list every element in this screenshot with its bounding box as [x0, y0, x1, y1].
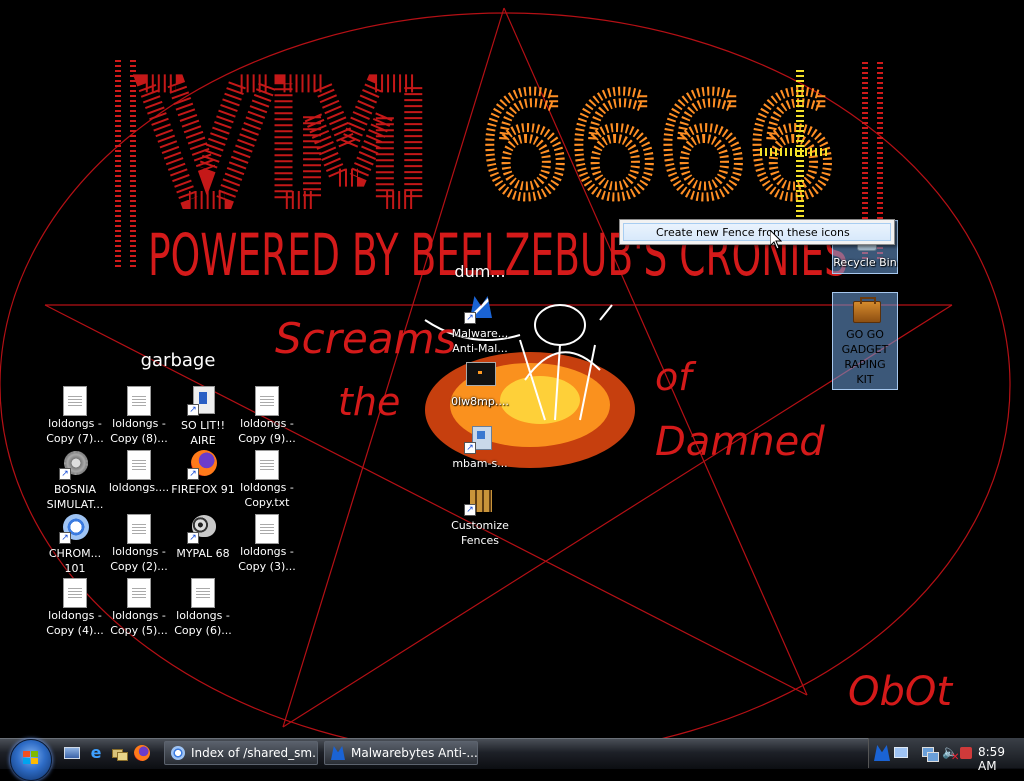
- network-tray-icon[interactable]: [894, 745, 910, 761]
- internet-explorer-icon[interactable]: e: [88, 745, 104, 761]
- gear-shortcut-icon: ↗: [59, 448, 91, 480]
- text-file-icon: [191, 578, 215, 608]
- desktop-icon-loldongs-copy-7[interactable]: loldongs - Copy (7)...: [43, 384, 107, 446]
- icon-label: loldongs - Copy (6)...: [174, 609, 232, 637]
- fence-title-dum[interactable]: dum...: [440, 262, 520, 281]
- icon-label: Malware... Anti-Mal...: [451, 327, 509, 355]
- icon-label: loldongs....: [108, 481, 170, 494]
- installer-icon: ↗: [464, 422, 496, 454]
- taskbar-button-label: Malwarebytes Anti-...: [351, 746, 478, 760]
- desktop-icon-mbam-setup[interactable]: ↗ mbam-s...: [448, 422, 512, 471]
- desktop-icon-go-go-gadget[interactable]: GO GO GADGET RAPING KIT: [832, 292, 898, 390]
- wallpaper-word-damned: Damned: [655, 419, 825, 465]
- desktop-icon-loldongs-copy-4[interactable]: loldongs - Copy (4)...: [43, 576, 107, 638]
- wallpaper-word-the: the: [338, 380, 400, 424]
- taskbar-button-label: Index of /shared_sm...: [191, 746, 318, 760]
- text-file-icon: [127, 450, 151, 480]
- desktop-icon-loldongs-copy-6[interactable]: loldongs - Copy (6)...: [171, 576, 235, 638]
- desktop-icon-firefox-91[interactable]: ↗ FIREFOX 91: [171, 448, 235, 497]
- icon-label: loldongs - Copy (4)...: [46, 609, 104, 637]
- icon-label: GO GO GADGET RAPING KIT: [841, 328, 889, 386]
- text-file-icon: [63, 386, 87, 416]
- icon-label: SO LIT!! AIRE: [180, 419, 226, 447]
- icon-label: loldongs - Copy (9)...: [238, 417, 296, 445]
- taskbar-clock[interactable]: 8:59 AM: [978, 745, 1024, 773]
- desktop-icon-0lw8mp[interactable]: 0lw8mp....: [448, 360, 512, 409]
- icon-label: loldongs - Copy (8)...: [110, 417, 168, 445]
- firefox-quicklaunch-icon[interactable]: [134, 745, 150, 761]
- show-desktop-icon[interactable]: [64, 745, 80, 761]
- volume-muted-icon[interactable]: 🔈 ✕: [942, 745, 959, 763]
- desktop-icon-loldongs-copy-8[interactable]: loldongs - Copy (8)...: [107, 384, 171, 446]
- desktop-icon-loldongs-copy-2[interactable]: loldongs - Copy (2)...: [107, 512, 171, 574]
- desktop-icon-mypal-68[interactable]: ↗ MYPAL 68: [171, 512, 235, 561]
- icon-label: MYPAL 68: [176, 547, 230, 560]
- icon-label: BOSNIA SIMULAT...: [46, 483, 104, 511]
- wallpaper-title-vm: VM: [145, 51, 428, 238]
- malwarebytes-icon: ↗: [464, 292, 496, 324]
- icon-label: Recycle Bin: [833, 256, 897, 269]
- desktop-icon-chromium-101[interactable]: ↗ CHROM... 101: [43, 512, 107, 576]
- desktop-icon-malwarebytes[interactable]: ↗ Malware... Anti-Mal...: [448, 292, 512, 356]
- briefcase-icon: [849, 293, 881, 325]
- wallpaper-title-6666: 6666: [480, 66, 836, 229]
- icon-label: loldongs - Copy.txt: [240, 481, 294, 509]
- start-button[interactable]: [10, 739, 52, 781]
- desktop-icon-loldongs-copy-9[interactable]: loldongs - Copy (9)...: [235, 384, 299, 446]
- switch-windows-icon[interactable]: [111, 745, 128, 761]
- mouse-cursor-icon: [770, 230, 782, 250]
- desktop-icon-loldongs-copy-txt[interactable]: loldongs - Copy.txt: [235, 448, 299, 510]
- text-file-icon: [127, 386, 151, 416]
- create-fence-menu-item[interactable]: Create new Fence from these icons: [623, 223, 891, 241]
- text-file-icon: [63, 578, 87, 608]
- firefox-icon: ↗: [187, 448, 219, 480]
- wallpaper-signature: ObOt: [848, 669, 953, 715]
- icon-label: FIREFOX 91: [171, 483, 235, 496]
- dark-image-icon: [464, 360, 496, 392]
- icon-label: 0lw8mp....: [451, 395, 509, 408]
- wallpaper-word-of: of: [655, 355, 697, 399]
- desktop-icon-customize-fences[interactable]: ↗ Customize Fences: [448, 484, 512, 548]
- windows-logo-icon: [23, 751, 38, 764]
- fences-icon: ↗: [464, 484, 496, 516]
- malwarebytes-icon: [331, 746, 345, 760]
- text-file-icon: [255, 386, 279, 416]
- desktop-icon-loldongs-copy-5[interactable]: loldongs - Copy (5)...: [107, 576, 171, 638]
- chromium-icon: ↗: [59, 512, 91, 544]
- program-shortcut-icon: ↗: [187, 384, 219, 416]
- desktop-icon-loldongs[interactable]: loldongs....: [107, 448, 171, 495]
- text-file-icon: [255, 514, 279, 544]
- mypal-icon: ↗: [187, 512, 219, 544]
- desktop-icon-loldongs-copy-3[interactable]: loldongs - Copy (3)...: [235, 512, 299, 574]
- desktop-icon-bosnia-simulator[interactable]: ↗ BOSNIA SIMULAT...: [43, 448, 107, 512]
- text-file-icon: [127, 578, 151, 608]
- icon-label: CHROM... 101: [48, 547, 102, 575]
- icon-label: loldongs - Copy (7)...: [46, 417, 104, 445]
- network-connection-icon[interactable]: [922, 745, 939, 762]
- fence-title-garbage[interactable]: garbage: [128, 350, 228, 371]
- desktop-icon-so-lit-aire[interactable]: ↗ SO LIT!! AIRE: [171, 384, 235, 448]
- taskbar-button-chromium[interactable]: Index of /shared_sm...: [164, 741, 318, 765]
- wallpaper-word-screams: Screams: [275, 314, 456, 363]
- icon-label: loldongs - Copy (5)...: [110, 609, 168, 637]
- tray-extra-icon[interactable]: [960, 745, 976, 761]
- taskbar-button-malwarebytes[interactable]: Malwarebytes Anti-...: [324, 741, 478, 765]
- icon-label: Customize Fences: [451, 519, 509, 547]
- icon-label: loldongs - Copy (3)...: [238, 545, 296, 573]
- icon-label: mbam-s...: [452, 457, 508, 470]
- text-file-icon: [255, 450, 279, 480]
- context-menu: Create new Fence from these icons: [619, 219, 895, 245]
- text-file-icon: [127, 514, 151, 544]
- chromium-icon: [171, 746, 185, 760]
- icon-label: loldongs - Copy (2)...: [110, 545, 168, 573]
